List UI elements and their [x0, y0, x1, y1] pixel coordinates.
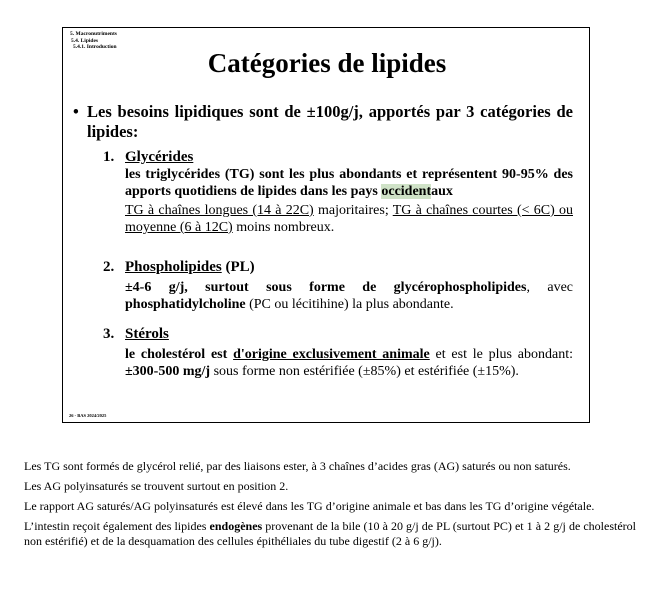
- highlighted-text: occident: [381, 184, 432, 199]
- text-segment: d'origine exclusivement animale: [233, 347, 430, 362]
- note-paragraph: L’intestin reçoit également des lipides …: [24, 519, 636, 549]
- item-glycerides: 1. Glycérides les triglycérides (TG) son…: [103, 149, 573, 236]
- note-paragraph: Le rapport AG saturés/AG polyinsaturés e…: [24, 499, 595, 513]
- slide: 5. Macronutriments 5.4. Lipides 5.4.1. I…: [62, 27, 590, 423]
- intro-bullet: • Les besoins lipidiques sont de ±100g/j…: [73, 102, 573, 142]
- item-sterols: 3. Stérols le cholestérol est d'origine …: [103, 326, 573, 380]
- text-segment: phosphatidylcholine: [125, 297, 246, 312]
- bold-text: endogènes: [209, 519, 263, 533]
- heading-text: Phospholipides: [125, 259, 222, 275]
- item-text: ±4-6 g/j, surtout sous forme de glycérop…: [125, 279, 573, 313]
- note-paragraph: Les TG sont formés de glycérol relié, pa…: [24, 459, 571, 473]
- text-segment: (PC ou lécitihine) la plus abondante.: [245, 297, 454, 312]
- bullet-icon: •: [73, 102, 79, 121]
- item-text-primary: les triglycérides (TG) sont les plus abo…: [125, 166, 573, 200]
- item-heading: Stérols: [125, 326, 169, 342]
- intro-text: Les besoins lipidiques sont de ±100g/j, …: [87, 102, 573, 141]
- text-segment: sous forme non estérifiée (±85%) et esté…: [210, 364, 519, 379]
- item-text: le cholestérol est d'origine exclusiveme…: [125, 346, 573, 380]
- item-phospholipides: 2. Phospholipides (PL) ±4-6 g/j, surtout…: [103, 259, 573, 313]
- slide-footer: 26 - BAS 2024/2025: [69, 413, 107, 418]
- heading-suffix: (PL): [221, 259, 255, 275]
- breadcrumb-level-1: 5. Macronutriments: [70, 31, 117, 37]
- text-segment: ±4-6 g/j, surtout sous forme de glycérop…: [125, 280, 527, 295]
- text-segment: TG à chaînes longues (14 à 22C): [125, 203, 314, 218]
- text-segment: ±300-500 mg/j: [125, 364, 211, 379]
- text-segment: et est le plus abondant:: [429, 347, 573, 362]
- speaker-notes: Les TG sont formés de glycérol relié, pa…: [24, 459, 636, 554]
- item-number: 3.: [103, 326, 115, 342]
- text-segment: le cholestérol est: [125, 347, 234, 362]
- item-text-secondary: TG à chaînes longues (14 à 22C) majorita…: [125, 202, 573, 236]
- text-segment: majoritaires;: [313, 203, 393, 218]
- item-number: 2.: [103, 259, 115, 275]
- text-segment: moins nombreux.: [232, 220, 335, 235]
- item-heading: Glycérides: [125, 149, 194, 165]
- text-segment: , avec: [526, 280, 573, 295]
- text-segment: aux: [431, 184, 453, 199]
- item-number: 1.: [103, 149, 115, 165]
- note-paragraph: Les AG polyinsaturés se trouvent surtout…: [24, 479, 289, 493]
- slide-title: Catégories de lipides: [207, 48, 447, 78]
- text-segment: les triglycérides (TG) sont les plus abo…: [125, 167, 573, 199]
- item-heading: Phospholipides (PL): [125, 259, 573, 276]
- text-segment: L’intestin reçoit également des lipides: [24, 519, 210, 533]
